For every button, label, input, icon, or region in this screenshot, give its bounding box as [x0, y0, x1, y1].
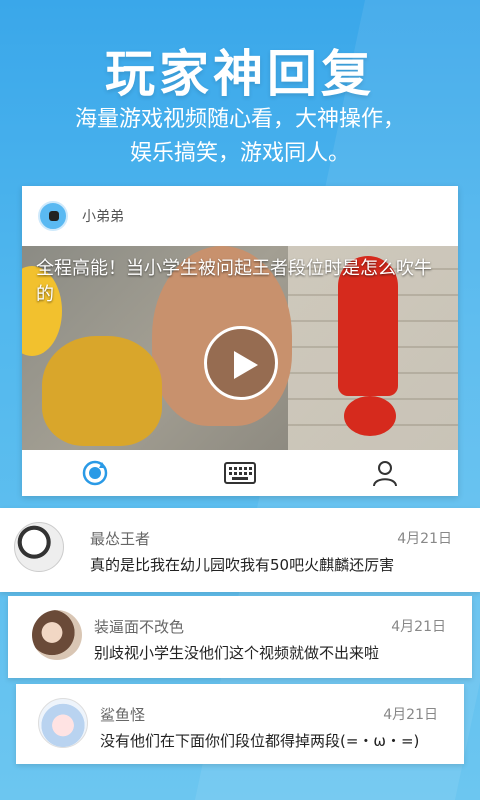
post-header: 小弟弟: [22, 186, 458, 246]
play-button[interactable]: [204, 326, 278, 400]
avatar[interactable]: [14, 522, 64, 572]
comment-date: 4月21日: [383, 707, 438, 723]
post-username[interactable]: 小弟弟: [82, 206, 124, 226]
comment-date: 4月21日: [397, 531, 452, 547]
refresh-icon[interactable]: [77, 458, 113, 488]
comment-card[interactable]: 最怂王者 4月21日 真的是比我在幼儿园吹我有50吧火麒麟还厉害: [0, 508, 480, 592]
comment-text: 别歧视小学生没他们这个视频就做不出来啦: [94, 644, 380, 662]
post-toolbar: [22, 450, 458, 496]
keyboard-icon[interactable]: [222, 458, 258, 488]
video-thumbnail-sticker: [42, 336, 162, 446]
video-post-card[interactable]: 小弟弟 全程高能！当小学生被问起王者段位时是怎么吹牛的: [22, 186, 458, 496]
promo-subline: 海量游戏视频随心看，大神操作， 娱乐搞笑，游戏同人。: [0, 103, 480, 171]
avatar[interactable]: [32, 610, 82, 660]
comment-text: 没有他们在下面你们段位都得掉两段(=・ω・=): [100, 732, 420, 750]
user-icon[interactable]: [367, 458, 403, 488]
promo-subline-line-1: 海量游戏视频随心看，大神操作，: [74, 107, 405, 132]
comment-author[interactable]: 装逼面不改色: [94, 616, 184, 637]
video-player[interactable]: 全程高能！当小学生被问起王者段位时是怎么吹牛的: [22, 246, 458, 450]
avatar[interactable]: [38, 698, 88, 748]
comment-card[interactable]: 装逼面不改色 4月21日 别歧视小学生没他们这个视频就做不出来啦: [8, 596, 472, 678]
comment-card[interactable]: 鲨鱼怪 4月21日 没有他们在下面你们段位都得掉两段(=・ω・=): [16, 684, 464, 764]
promo-subline-line-2: 娱乐搞笑，游戏同人。: [129, 141, 350, 166]
comment-text: 真的是比我在幼儿园吹我有50吧火麒麟还厉害: [90, 556, 395, 574]
comment-author[interactable]: 最怂王者: [90, 528, 150, 549]
comment-date: 4月21日: [391, 619, 446, 635]
video-thumbnail-exclamation-dot: [344, 396, 396, 436]
comment-author[interactable]: 鲨鱼怪: [100, 704, 145, 725]
promo-headline: 玩家神回复: [105, 45, 375, 103]
avatar[interactable]: [38, 201, 68, 231]
video-title: 全程高能！当小学生被问起王者段位时是怎么吹牛的: [36, 258, 432, 305]
